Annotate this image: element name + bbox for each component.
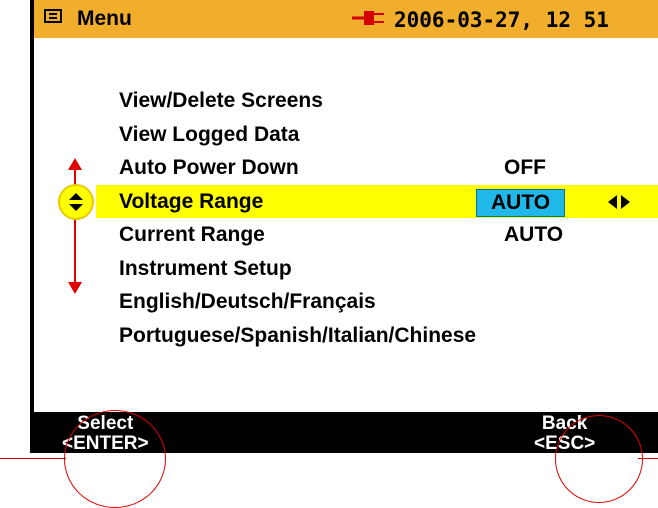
- menu-item-auto-power-down[interactable]: Auto Power Down OFF: [34, 151, 658, 185]
- menu-list: View/Delete Screens View Logged Data Aut…: [34, 84, 658, 352]
- menu-item-view-logged-data[interactable]: View Logged Data: [34, 118, 658, 152]
- list-icon: [44, 9, 62, 23]
- menu-item-value: OFF: [504, 156, 546, 179]
- menu-item-label: English/Deutsch/Français: [119, 290, 376, 313]
- enter-annotation-line: [0, 458, 66, 459]
- mains-plug-icon: [352, 11, 384, 25]
- menu-item-language-2[interactable]: Portuguese/Spanish/Italian/Chinese: [34, 319, 658, 353]
- left-right-arrow-icon: [608, 194, 630, 209]
- menu-item-label: Voltage Range: [119, 189, 264, 213]
- menu-item-label: Portuguese/Spanish/Italian/Chinese: [119, 323, 477, 347]
- enter-annotation-circle: [64, 410, 166, 508]
- menu-item-label: Current Range: [119, 223, 265, 246]
- menu-item-label: View Logged Data: [119, 122, 300, 146]
- menu-item-value: AUTO: [504, 223, 564, 246]
- page-title: Menu: [77, 7, 132, 30]
- esc-annotation-line: [638, 458, 658, 459]
- menu-item-current-range[interactable]: Current Range AUTO: [34, 218, 658, 252]
- menu-item-value-selected[interactable]: AUTO: [476, 188, 566, 217]
- menu-item-voltage-range[interactable]: Voltage Range AUTO: [96, 184, 658, 218]
- menu-item-view-delete-screens[interactable]: View/Delete Screens: [34, 84, 658, 118]
- esc-annotation-circle: [555, 415, 643, 503]
- datetime: 2006-03-27, 12 51: [394, 8, 609, 32]
- menu-item-label: Auto Power Down: [119, 156, 299, 179]
- screen-body: View/Delete Screens View Logged Data Aut…: [34, 38, 658, 412]
- menu-item-label: Instrument Setup: [119, 256, 292, 280]
- title-bar: Menu 2006-03-27, 12 51: [34, 0, 658, 38]
- menu-item-label: View/Delete Screens: [119, 89, 323, 112]
- menu-item-language-1[interactable]: English/Deutsch/Français: [34, 285, 658, 319]
- menu-item-instrument-setup[interactable]: Instrument Setup: [34, 252, 658, 286]
